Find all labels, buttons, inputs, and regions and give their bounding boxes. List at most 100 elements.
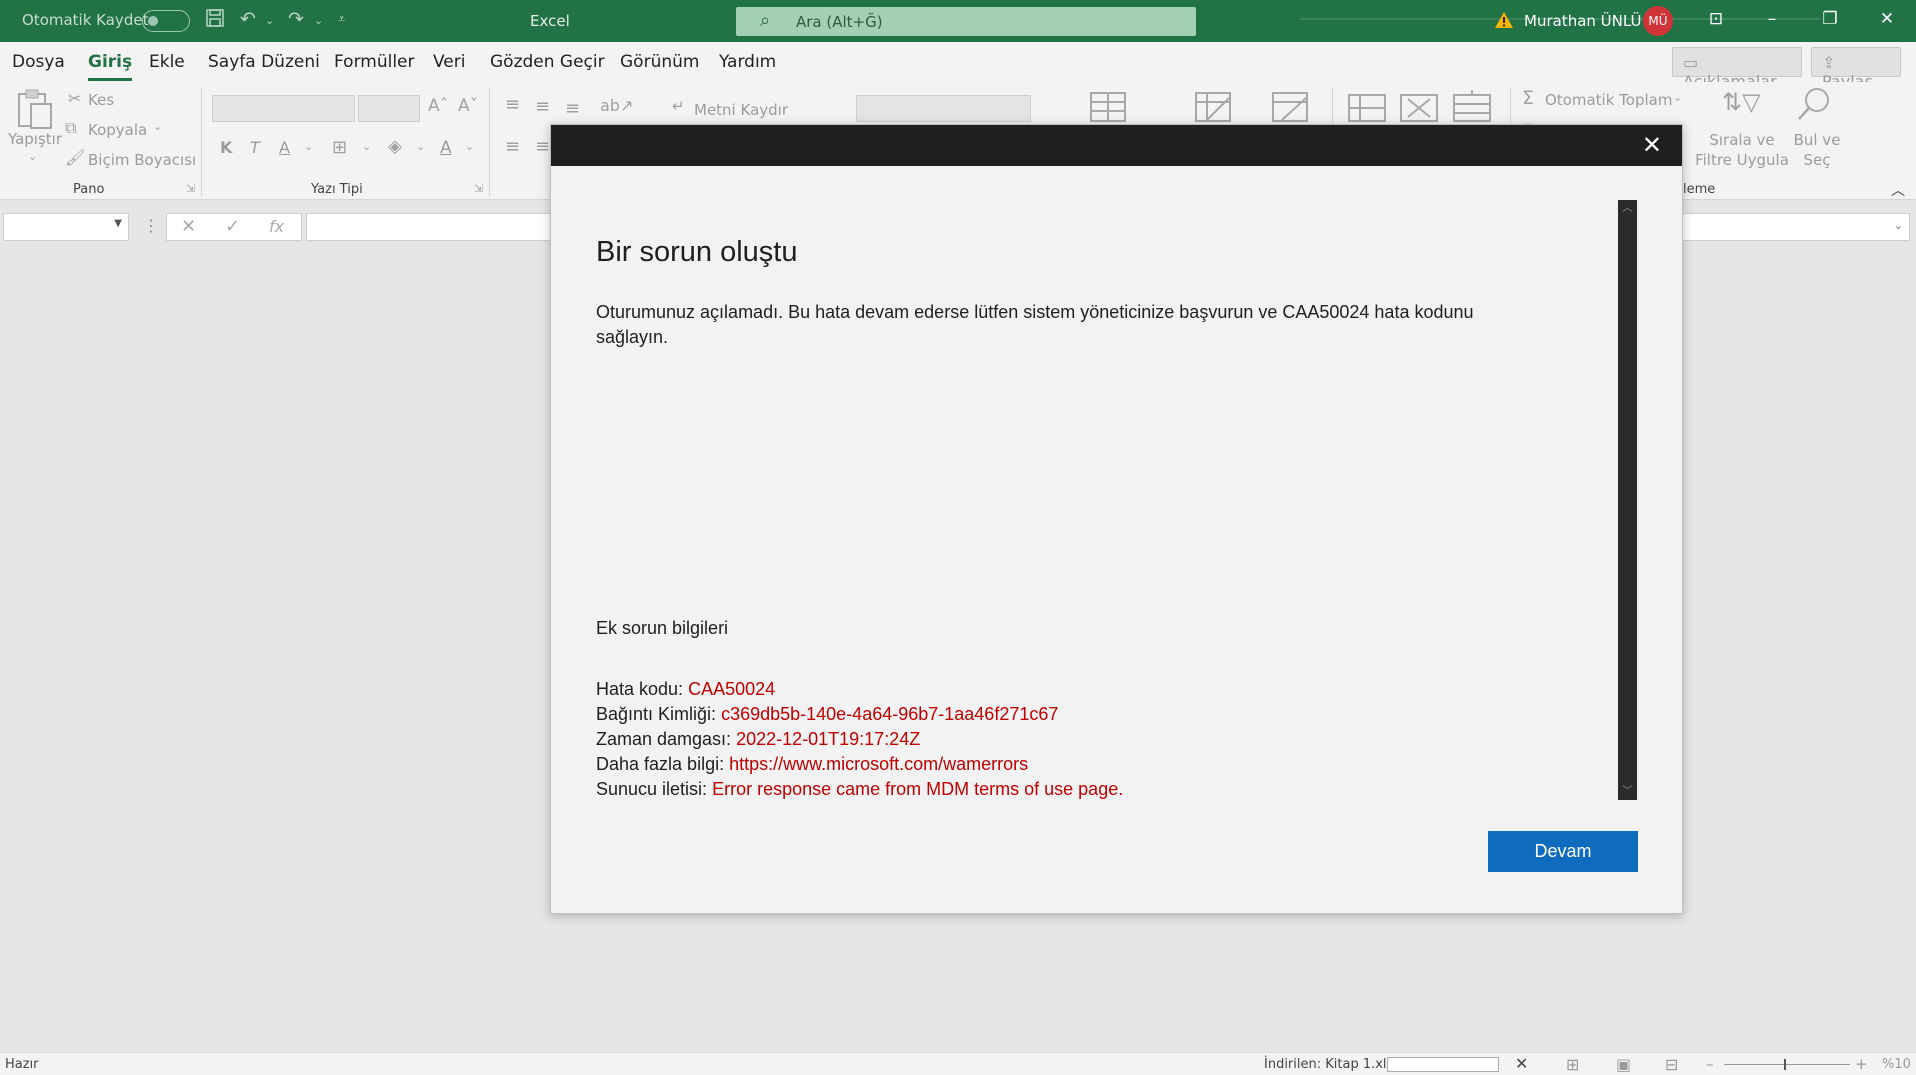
- font-name-combo[interactable]: [212, 95, 355, 122]
- tab-veri[interactable]: Veri: [433, 52, 465, 72]
- error-dialog: ✕ Bir sorun oluştu Oturumunuz açılamadı.…: [550, 124, 1683, 914]
- decrease-font-icon[interactable]: Aˇ: [458, 96, 478, 116]
- autosum-dropdown-icon[interactable]: ⌄: [1673, 91, 1682, 104]
- page-layout-view-icon[interactable]: ▣: [1616, 1055, 1631, 1074]
- find-select-label[interactable]: Bul ve Seç: [1792, 130, 1842, 170]
- collapse-ribbon-icon[interactable]: ︿: [1891, 180, 1905, 200]
- zoom-slider-thumb[interactable]: [1784, 1059, 1786, 1070]
- align-center-icon[interactable]: ≡: [535, 136, 550, 157]
- name-box[interactable]: ▼: [3, 213, 129, 241]
- paste-dropdown-icon[interactable]: ⌄: [28, 150, 37, 163]
- more-info-link[interactable]: https://www.microsoft.com/wamerrors: [729, 754, 1028, 774]
- borders-icon[interactable]: ⊞: [332, 137, 347, 158]
- underline-dropdown-icon[interactable]: ⌄: [304, 140, 313, 153]
- format-painter-label[interactable]: Biçim Boyacısı: [88, 151, 196, 169]
- insert-function-icon[interactable]: fx: [269, 217, 284, 236]
- detail-row-error-code: Hata kodu: CAA50024: [596, 677, 1123, 702]
- autosave-toggle[interactable]: [142, 10, 190, 32]
- increase-font-icon[interactable]: Aˆ: [428, 96, 448, 116]
- fill-color-dropdown-icon[interactable]: ⌄: [416, 140, 425, 153]
- font-color-dropdown-icon[interactable]: ⌄: [465, 140, 474, 153]
- save-icon[interactable]: [205, 8, 225, 33]
- format-cells-icon[interactable]: [1453, 90, 1491, 126]
- tab-sayfa-duzeni[interactable]: Sayfa Düzeni: [208, 52, 320, 72]
- cell-styles-icon[interactable]: [1272, 92, 1308, 126]
- font-launcher-icon[interactable]: ⇲: [474, 182, 483, 195]
- avatar[interactable]: MÜ: [1643, 6, 1673, 36]
- enter-entry-icon[interactable]: ✓: [225, 216, 240, 237]
- page-break-view-icon[interactable]: ⊟: [1665, 1055, 1678, 1074]
- additional-info-heading: Ek sorun bilgileri: [596, 618, 729, 638]
- normal-view-icon[interactable]: ⊞: [1566, 1055, 1579, 1074]
- redo-icon[interactable]: ↷: [288, 8, 304, 30]
- font-size-combo[interactable]: [358, 95, 420, 122]
- align-left-icon[interactable]: ≡: [505, 136, 520, 157]
- number-format-combo[interactable]: [856, 95, 1031, 122]
- download-progress-bar: [1387, 1057, 1499, 1072]
- borders-dropdown-icon[interactable]: ⌄: [362, 140, 371, 153]
- user-name[interactable]: Murathan ÜNLÜ: [1524, 12, 1641, 30]
- font-color-button[interactable]: A: [440, 138, 452, 158]
- detail-label: Zaman damgası:: [596, 729, 732, 749]
- search-box[interactable]: ⌕ Ara (Alt+Ğ): [736, 7, 1196, 36]
- copy-dropdown-icon[interactable]: ⌄: [153, 120, 162, 133]
- format-as-table-icon[interactable]: [1195, 92, 1231, 126]
- customize-qat-icon[interactable]: ⩡: [338, 12, 345, 27]
- zoom-slider[interactable]: [1724, 1059, 1850, 1070]
- close-icon[interactable]: ✕: [1642, 131, 1662, 159]
- sort-filter-label[interactable]: Sırala ve Filtre Uygula: [1692, 130, 1792, 170]
- align-bottom-icon[interactable]: ≡: [565, 98, 580, 119]
- comments-button[interactable]: ▭ Açıklamalar: [1672, 47, 1802, 91]
- underline-button[interactable]: A: [279, 138, 290, 157]
- group-font-label: Yazı Tipi: [311, 182, 363, 197]
- bold-button[interactable]: K: [220, 138, 232, 157]
- formula-bar-menu-icon[interactable]: ⋮: [143, 216, 159, 235]
- detail-row-server-message: Sunucu iletisi: Error response came from…: [596, 777, 1123, 802]
- tab-giris[interactable]: Giriş: [88, 52, 133, 81]
- expand-formula-icon[interactable]: ⌄: [1894, 219, 1903, 232]
- italic-button[interactable]: T: [250, 138, 260, 157]
- cancel-entry-icon[interactable]: ✕: [181, 216, 196, 237]
- conditional-format-icon[interactable]: [1090, 92, 1126, 126]
- paste-label[interactable]: Yapıştır: [8, 130, 62, 148]
- separator: [489, 88, 490, 196]
- zoom-out-icon[interactable]: –: [1706, 1055, 1714, 1073]
- restore-icon[interactable]: ❐: [1815, 9, 1845, 29]
- search-placeholder: Ara (Alt+Ğ): [796, 13, 883, 31]
- warning-icon[interactable]: [1494, 10, 1514, 30]
- scroll-up-icon[interactable]: ︿: [1618, 200, 1637, 217]
- redo-dropdown-icon[interactable]: ⌄: [314, 14, 323, 27]
- undo-dropdown-icon[interactable]: ⌄: [265, 14, 274, 27]
- minimize-icon[interactable]: –: [1757, 9, 1787, 29]
- tab-formuller[interactable]: Formüller: [334, 52, 415, 72]
- scroll-down-icon[interactable]: ﹀: [1618, 783, 1637, 800]
- tab-yardim[interactable]: Yardım: [719, 52, 776, 72]
- align-top-icon[interactable]: ≡: [505, 94, 520, 115]
- tab-gozden-gecir[interactable]: Gözden Geçir: [490, 52, 605, 72]
- undo-icon[interactable]: ↶: [240, 8, 256, 30]
- wrap-text-label[interactable]: Metni Kaydır: [694, 101, 788, 119]
- tab-gorunum[interactable]: Görünüm: [620, 52, 699, 72]
- insert-cells-icon[interactable]: [1348, 94, 1386, 126]
- paste-icon[interactable]: [15, 88, 53, 134]
- autosum-label[interactable]: Otomatik Toplam: [1545, 91, 1672, 109]
- fill-color-icon[interactable]: ◈: [388, 136, 402, 157]
- delete-cells-icon[interactable]: [1400, 94, 1438, 126]
- copy-label[interactable]: Kopyala: [88, 121, 147, 139]
- cancel-download-icon[interactable]: ✕: [1515, 1054, 1528, 1073]
- cut-label[interactable]: Kes: [88, 91, 114, 109]
- tab-dosya[interactable]: Dosya: [12, 52, 65, 72]
- zoom-level[interactable]: %10: [1882, 1057, 1911, 1072]
- tab-ekle[interactable]: Ekle: [149, 52, 185, 72]
- orientation-icon[interactable]: ab↗: [600, 96, 633, 115]
- zoom-in-icon[interactable]: +: [1855, 1055, 1868, 1073]
- dialog-scrollbar[interactable]: ︿ ﹀: [1618, 200, 1637, 800]
- name-box-dropdown-icon[interactable]: ▼: [114, 218, 122, 229]
- align-middle-icon[interactable]: ≡: [535, 96, 550, 117]
- ribbon-display-icon[interactable]: ⊡: [1701, 9, 1731, 29]
- continue-button[interactable]: Devam: [1488, 831, 1638, 872]
- ribbon-tabs: Dosya Giriş Ekle Sayfa Düzeni Formüller …: [0, 42, 1916, 91]
- share-button[interactable]: ⇪ Paylaş: [1811, 47, 1901, 91]
- close-window-icon[interactable]: ✕: [1872, 9, 1902, 29]
- clipboard-launcher-icon[interactable]: ⇲: [186, 182, 195, 195]
